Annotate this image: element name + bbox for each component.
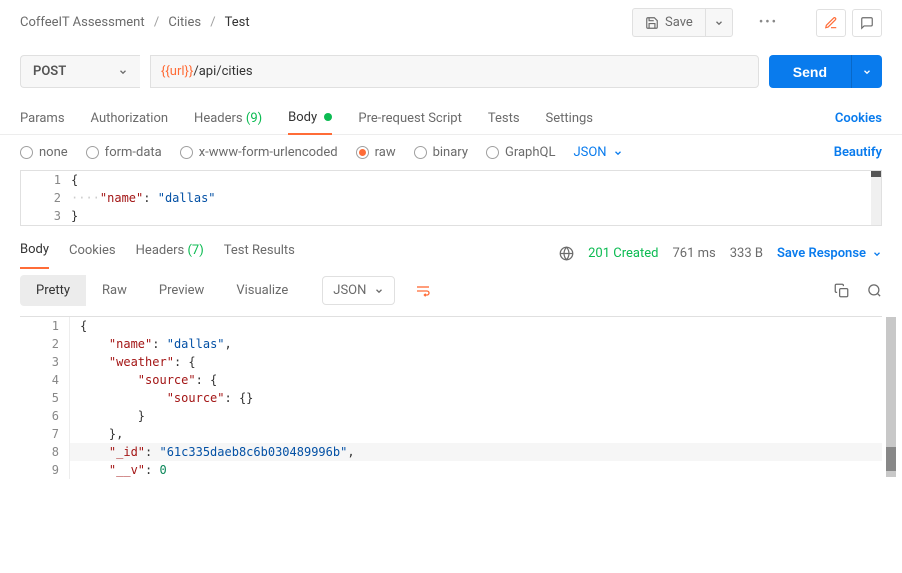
beautify-button[interactable]: Beautify (834, 145, 882, 160)
response-scrollbar[interactable] (886, 317, 896, 477)
body-opt-graphql[interactable]: GraphQL (486, 145, 555, 160)
body-opt-none[interactable]: none (20, 145, 68, 160)
view-raw[interactable]: Raw (86, 275, 143, 306)
chevron-down-icon (862, 67, 872, 77)
send-dropdown-button[interactable] (851, 55, 882, 88)
save-icon (645, 16, 659, 30)
edit-doc-button[interactable] (816, 9, 846, 37)
breadcrumb-mid[interactable]: Cities (168, 15, 201, 30)
url-path: /api/cities (193, 64, 252, 79)
wrap-lines-button[interactable] (409, 277, 437, 305)
resp-tab-test-results[interactable]: Test Results (224, 239, 295, 268)
save-response-button[interactable]: Save Response (777, 246, 882, 261)
save-dropdown-button[interactable] (705, 8, 733, 37)
tab-headers[interactable]: Headers (9) (194, 103, 262, 134)
tab-authorization[interactable]: Authorization (91, 103, 169, 134)
chevron-down-icon (714, 18, 724, 28)
tab-prerequest[interactable]: Pre-request Script (358, 103, 461, 134)
view-visualize[interactable]: Visualize (220, 275, 304, 306)
resp-tab-headers[interactable]: Headers (7) (136, 239, 204, 268)
pencil-icon (824, 16, 838, 30)
method-select[interactable]: POST (20, 55, 140, 88)
comment-icon (860, 16, 874, 30)
search-response-button[interactable] (867, 283, 882, 298)
resp-tab-cookies[interactable]: Cookies (69, 239, 116, 268)
chevron-down-icon (118, 67, 128, 77)
body-format-select[interactable]: JSON (573, 145, 622, 160)
chevron-down-icon (613, 148, 623, 158)
breadcrumb: CoffeeIT Assessment / Cities / Test (20, 15, 622, 30)
response-format-select[interactable]: JSON (322, 276, 395, 305)
body-opt-binary[interactable]: binary (414, 145, 468, 160)
breadcrumb-leaf[interactable]: Test (225, 15, 250, 30)
resp-tab-body[interactable]: Body (20, 238, 49, 269)
save-label: Save (665, 15, 693, 30)
request-body-editor[interactable]: 1 { 2 ····"name": "dallas" 3 } (20, 170, 882, 226)
body-opt-form-data[interactable]: form-data (86, 145, 162, 160)
method-value: POST (33, 64, 66, 79)
globe-icon[interactable] (559, 246, 574, 261)
send-button[interactable]: Send (769, 55, 851, 88)
view-pretty[interactable]: Pretty (20, 275, 86, 306)
more-actions-button[interactable]: ••• (751, 11, 786, 34)
send-label: Send (793, 64, 827, 80)
response-time: 761 ms (672, 246, 715, 261)
comments-button[interactable] (852, 9, 882, 37)
tab-params[interactable]: Params (20, 103, 65, 134)
tab-tests[interactable]: Tests (488, 103, 520, 134)
body-opt-raw[interactable]: raw (356, 145, 396, 160)
status-code: 201 Created (588, 246, 658, 261)
cookies-link[interactable]: Cookies (835, 111, 882, 126)
url-input[interactable]: {{url}}/api/cities (150, 55, 759, 88)
response-body-editor[interactable]: 1{ 2 "name": "dallas", 3 "weather": { 4 … (20, 316, 882, 479)
save-button[interactable]: Save (632, 8, 705, 37)
copy-response-button[interactable] (834, 283, 849, 298)
body-opt-urlencoded[interactable]: x-www-form-urlencoded (180, 145, 338, 160)
tab-settings[interactable]: Settings (546, 103, 593, 134)
breadcrumb-root[interactable]: CoffeeIT Assessment (20, 15, 145, 30)
view-preview[interactable]: Preview (143, 275, 220, 306)
tab-body[interactable]: Body (288, 102, 332, 135)
url-variable: {{url}} (161, 64, 193, 79)
response-size: 333 B (730, 246, 763, 261)
dot-indicator-icon (324, 113, 332, 121)
